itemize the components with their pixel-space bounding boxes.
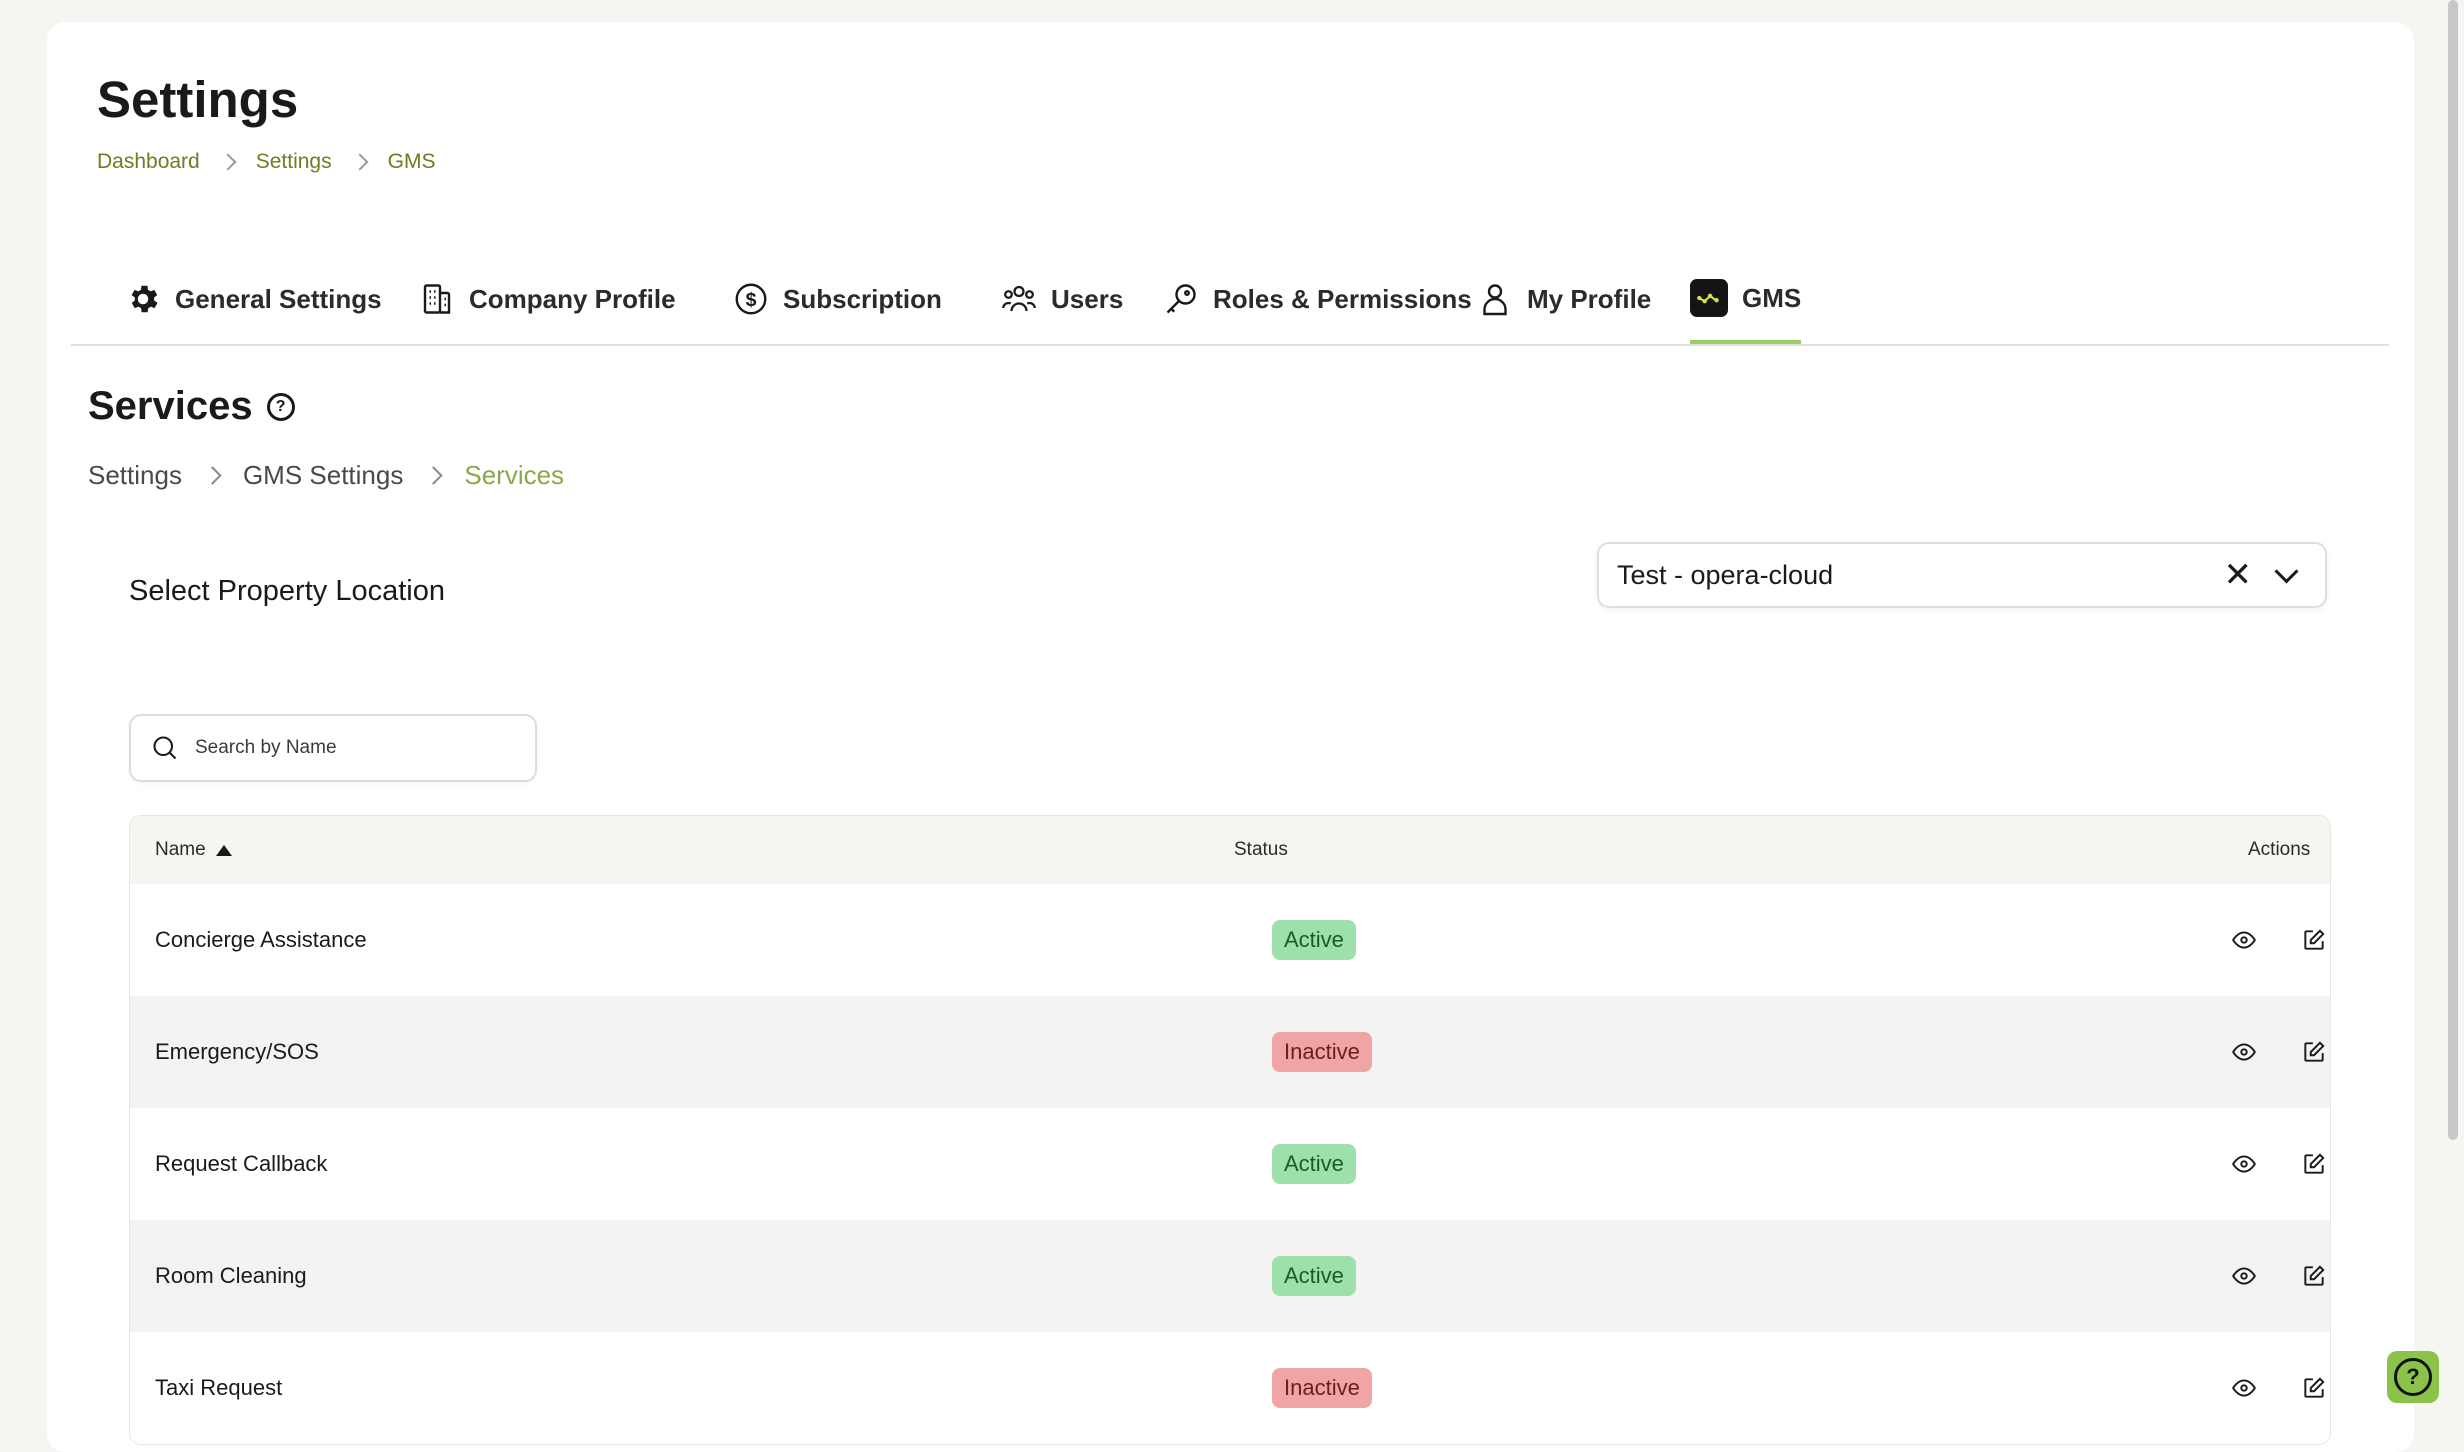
tab-label: General Settings (175, 283, 382, 314)
service-name: Emergency/SOS (155, 1039, 319, 1064)
edit-icon (2304, 929, 2325, 950)
settings-card: Settings Dashboard Settings GMS General … (47, 22, 2414, 1452)
view-button[interactable] (2224, 1032, 2264, 1072)
breadcrumb: Dashboard Settings GMS (97, 150, 435, 174)
key-icon (1166, 284, 1196, 314)
chevron-right-icon (219, 153, 237, 171)
users-icon (1002, 285, 1036, 312)
tab-users[interactable]: Users (1001, 256, 1123, 342)
tab-label: My Profile (1527, 283, 1652, 314)
column-header-actions: Actions (2248, 839, 2311, 860)
dollar-circle-icon: $ (735, 283, 767, 315)
page-scrollbar[interactable] (2448, 0, 2458, 1140)
search-box (129, 714, 537, 782)
tab-subscription[interactable]: $ Subscription (733, 256, 942, 342)
status-badge: Active (1272, 920, 1356, 960)
breadcrumb-gms-settings[interactable]: GMS Settings (243, 460, 403, 491)
edit-button[interactable] (2294, 1368, 2330, 1408)
settings-tabs: General Settings Company Profile $ Subsc… (71, 256, 2389, 346)
section-breadcrumb: Settings GMS Settings Services (88, 460, 564, 491)
status-badge: Active (1272, 1144, 1356, 1184)
view-button[interactable] (2224, 1144, 2264, 1184)
edit-icon (2304, 1153, 2325, 1174)
chevron-right-icon (424, 466, 444, 485)
column-header-status: Status (1234, 839, 1288, 860)
service-name: Taxi Request (155, 1375, 283, 1400)
breadcrumb-settings[interactable]: Settings (256, 150, 332, 174)
tab-label: Roles & Permissions (1213, 283, 1472, 314)
edit-button[interactable] (2294, 1144, 2330, 1184)
tab-label: Company Profile (469, 283, 676, 314)
help-button[interactable]: ? (2387, 1351, 2439, 1403)
table-row: Emergency/SOS Inactive (130, 996, 2330, 1108)
location-select[interactable]: Test - opera-cloud ✕ (1597, 542, 2327, 608)
search-input[interactable] (193, 736, 517, 760)
view-button[interactable] (2224, 1256, 2264, 1296)
gear-icon (131, 285, 158, 313)
eye-icon (2232, 1267, 2256, 1285)
section-title-text: Services (88, 384, 253, 428)
breadcrumb-settings[interactable]: Settings (88, 460, 182, 491)
chevron-down-icon[interactable] (2274, 558, 2299, 584)
column-header-name[interactable]: Name (155, 839, 232, 861)
table-row: Taxi Request Inactive (130, 1332, 2330, 1444)
table-row: Concierge Assistance Active (130, 884, 2330, 996)
eye-icon (2232, 931, 2256, 949)
edit-icon (2304, 1265, 2325, 1286)
tab-label: Users (1051, 283, 1124, 314)
breadcrumb-dashboard[interactable]: Dashboard (97, 150, 200, 174)
eye-icon (2232, 1379, 2256, 1397)
tab-label: Subscription (783, 283, 942, 314)
column-label: Name (155, 839, 206, 860)
eye-icon (2232, 1155, 2256, 1173)
tab-my-profile[interactable]: My Profile (1477, 256, 1651, 342)
page-title: Settings (97, 71, 299, 128)
gms-logo-icon (1690, 279, 1728, 317)
help-icon: ? (2394, 1358, 2432, 1396)
search-icon (153, 736, 177, 760)
building-icon (423, 284, 451, 314)
tab-label: GMS (1742, 282, 1802, 313)
tab-roles-permissions[interactable]: Roles & Permissions (1163, 256, 1472, 342)
person-icon (1483, 284, 1507, 316)
chevron-right-icon (203, 466, 222, 485)
service-name: Room Cleaning (155, 1263, 307, 1288)
section-title: Services ? (88, 384, 295, 429)
chevron-right-icon (351, 153, 369, 171)
location-label: Select Property Location (129, 575, 445, 607)
edit-icon (2304, 1377, 2325, 1398)
svg-text:$: $ (746, 289, 757, 311)
eye-icon (2232, 1043, 2256, 1061)
sort-ascending-icon (215, 844, 232, 856)
edit-button[interactable] (2294, 1032, 2330, 1072)
edit-button[interactable] (2294, 920, 2330, 960)
help-icon[interactable]: ? (266, 392, 295, 421)
table-row: Request Callback Active (130, 1108, 2330, 1220)
service-name: Request Callback (155, 1151, 328, 1176)
edit-icon (2304, 1041, 2325, 1062)
table-header: Name Status Actions (130, 816, 2330, 884)
view-button[interactable] (2224, 1368, 2264, 1408)
service-name: Concierge Assistance (155, 927, 367, 952)
tab-general-settings[interactable]: General Settings (125, 256, 382, 342)
breadcrumb-gms[interactable]: GMS (388, 150, 436, 174)
table-row: Room Cleaning Active (130, 1220, 2330, 1332)
breadcrumb-services: Services (464, 460, 565, 490)
services-table: Name Status Actions Concierge Assistance… (129, 815, 2331, 1445)
clear-icon[interactable]: ✕ (2224, 555, 2253, 595)
tab-gms[interactable]: GMS (1690, 256, 1802, 344)
location-value: Test - opera-cloud (1617, 559, 1834, 590)
view-button[interactable] (2224, 920, 2264, 960)
status-badge: Active (1272, 1256, 1356, 1296)
status-badge: Inactive (1272, 1032, 1372, 1072)
edit-button[interactable] (2294, 1256, 2330, 1296)
status-badge: Inactive (1272, 1368, 1372, 1408)
tab-company-profile[interactable]: Company Profile (419, 256, 676, 342)
